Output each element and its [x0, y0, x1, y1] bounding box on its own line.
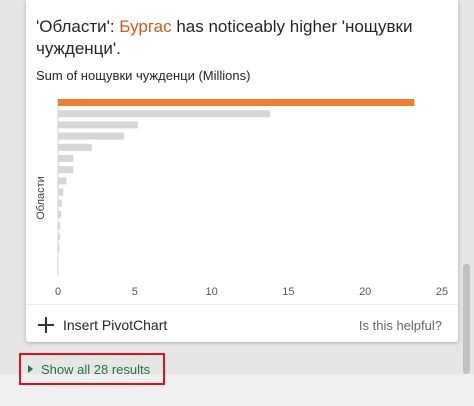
bar-chart: 0 5 10 15 20 25 [55, 99, 448, 298]
bar [58, 188, 64, 196]
x-tick-label: 5 [132, 286, 138, 298]
bar [58, 110, 270, 118]
bar [58, 177, 67, 185]
bar [58, 121, 138, 129]
x-tick-label: 15 [282, 286, 294, 298]
bar [58, 199, 62, 207]
x-tick-label: 25 [436, 286, 448, 298]
show-all-results-label: Show all 28 results [41, 361, 151, 377]
bar [58, 166, 74, 174]
bar [58, 211, 62, 218]
bar-highlight [58, 99, 415, 106]
x-tick-label: 10 [205, 286, 217, 298]
is-helpful-link[interactable]: Is this helpful? [359, 318, 442, 333]
insight-card: 'Области': Бургас has noticeably higher … [26, 0, 458, 342]
scrollbar-thumb[interactable] [463, 264, 470, 374]
bar [58, 132, 125, 140]
insert-pivotchart-button[interactable]: Insert PivotChart [38, 312, 167, 338]
bar [58, 233, 60, 241]
bar [58, 222, 61, 230]
bar [58, 143, 92, 151]
show-all-results-button[interactable]: Show all 28 results [19, 353, 165, 385]
x-tick-label: 20 [359, 286, 371, 298]
footer-divider [26, 304, 458, 305]
triangle-right-icon [28, 365, 33, 373]
x-tick-label: 0 [55, 286, 61, 298]
bar [58, 155, 74, 162]
plus-icon [38, 317, 54, 333]
insert-pivotchart-label: Insert PivotChart [63, 317, 168, 333]
bar [58, 244, 60, 252]
